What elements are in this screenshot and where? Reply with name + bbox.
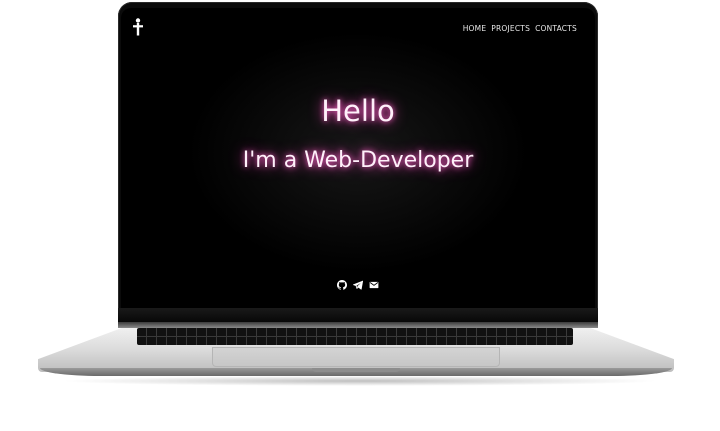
nav-home-link[interactable]: HOME xyxy=(463,24,487,33)
laptop-mockup: HOME PROJECTS CONTACTS Hello I'm a Web-D… xyxy=(0,0,720,431)
mail-link[interactable] xyxy=(369,280,379,290)
github-icon xyxy=(337,280,347,290)
cross-icon xyxy=(133,18,143,36)
laptop-shadow xyxy=(60,376,660,386)
nav-projects-link[interactable]: PROJECTS xyxy=(491,24,530,33)
hero-subtitle: I'm a Web-Developer xyxy=(242,148,474,173)
keyboard xyxy=(137,328,573,345)
trackpad xyxy=(212,347,500,367)
github-link[interactable] xyxy=(337,280,347,290)
nav-contacts-link[interactable]: CONTACTS xyxy=(535,24,577,33)
laptop-front-notch xyxy=(312,368,400,372)
laptop-screen: HOME PROJECTS CONTACTS Hello I'm a Web-D… xyxy=(121,8,595,308)
mail-icon xyxy=(369,281,379,289)
site-logo[interactable] xyxy=(131,18,145,36)
telegram-link[interactable] xyxy=(353,280,363,290)
social-links xyxy=(121,280,595,290)
hero-greeting: Hello xyxy=(321,94,395,128)
telegram-icon xyxy=(353,280,363,290)
main-nav: HOME PROJECTS CONTACTS xyxy=(463,24,577,33)
